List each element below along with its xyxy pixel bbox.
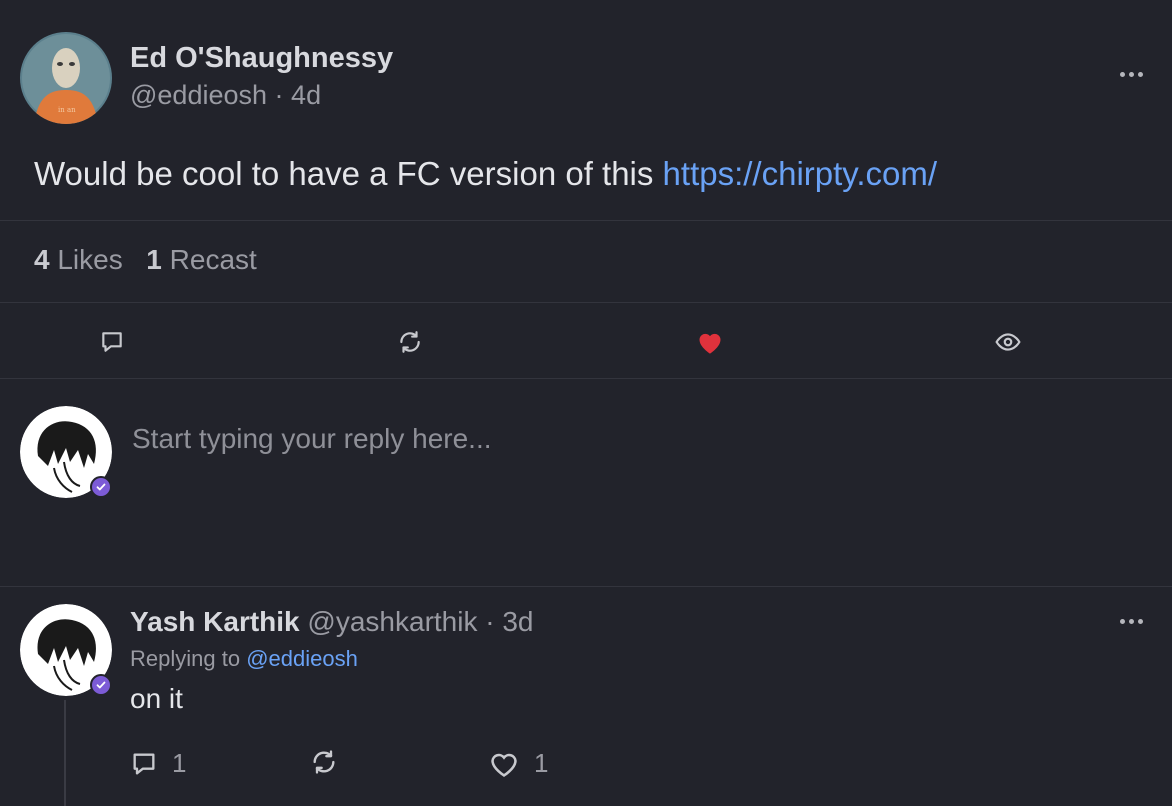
- recast-icon: [313, 750, 335, 774]
- post-author-handle[interactable]: @eddieosh: [130, 80, 267, 110]
- reply-comment-count: 1: [172, 748, 187, 778]
- divider: [0, 378, 1172, 379]
- reply-timestamp[interactable]: 3d: [502, 606, 533, 637]
- view-button[interactable]: [994, 328, 1022, 356]
- like-button[interactable]: [696, 328, 724, 356]
- check-icon: [96, 681, 106, 689]
- post-text: Would be cool to have a FC version of th…: [34, 155, 663, 192]
- eye-icon: [995, 333, 1021, 351]
- reply-input[interactable]: [130, 416, 1114, 462]
- reply-author-handle[interactable]: @yashkarthik: [307, 606, 477, 637]
- recast-icon: [400, 331, 420, 353]
- post-meta: @eddieosh · 4d: [130, 80, 321, 111]
- likes-count[interactable]: 4: [34, 244, 50, 275]
- post-timestamp[interactable]: 4d: [291, 80, 321, 110]
- replying-to: Replying to @eddieosh: [130, 646, 358, 672]
- recasts-label[interactable]: Recast: [170, 244, 257, 275]
- divider: [0, 220, 1172, 221]
- recasts-count[interactable]: 1: [146, 244, 162, 275]
- heart-icon: [699, 333, 721, 354]
- reply-meta-separator: ·: [485, 606, 495, 637]
- reply-more-menu-icon[interactable]: [1120, 619, 1143, 624]
- reply-text: on it: [130, 683, 183, 714]
- check-icon: [96, 483, 106, 491]
- comment-icon: [102, 332, 122, 352]
- divider: [0, 302, 1172, 303]
- reply-comment-button[interactable]: 1: [130, 748, 186, 779]
- reply-author-name[interactable]: Yash Karthik: [130, 606, 300, 637]
- replying-to-label: Replying to: [130, 646, 247, 671]
- post-author-avatar[interactable]: in an: [20, 32, 112, 124]
- replying-to-handle[interactable]: @eddieosh: [246, 646, 358, 671]
- reply-like-count: 1: [534, 748, 549, 778]
- verified-badge: [90, 476, 112, 498]
- post-more-menu-icon[interactable]: [1120, 72, 1143, 77]
- recast-button[interactable]: [396, 328, 424, 356]
- heart-outline-icon: [491, 753, 517, 777]
- post-link[interactable]: https://chirpty.com/: [663, 155, 937, 192]
- reply-recast-button[interactable]: [310, 748, 338, 781]
- divider: [0, 586, 1172, 587]
- reply-button[interactable]: [98, 328, 126, 356]
- comment-icon: [133, 753, 155, 774]
- likes-label[interactable]: Likes: [57, 244, 122, 275]
- thread-line: [64, 700, 66, 806]
- post-author-name[interactable]: Ed O'Shaughnessy: [130, 42, 393, 75]
- reply-header: Yash Karthik @yashkarthik · 3d: [130, 606, 534, 638]
- svg-text:in an: in an: [58, 106, 76, 114]
- post-stats: 4 Likes 1 Recast: [34, 244, 257, 276]
- reply-like-button[interactable]: 1: [488, 748, 548, 779]
- post-body: Would be cool to have a FC version of th…: [34, 155, 937, 193]
- verified-badge: [90, 674, 112, 696]
- post-meta-separator: ·: [274, 80, 284, 110]
